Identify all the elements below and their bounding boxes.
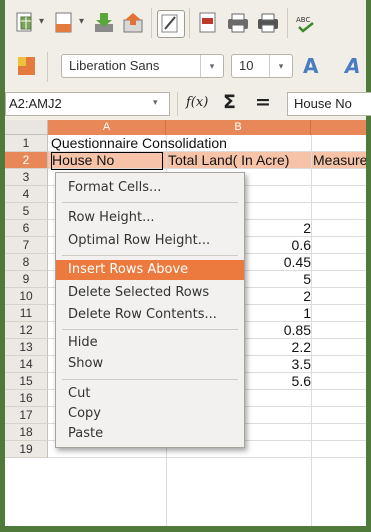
export-icon[interactable] (121, 10, 147, 36)
paragraph-styles-icon[interactable] (15, 54, 41, 80)
column-header-c[interactable] (311, 120, 366, 135)
window-frame-bottom (0, 526, 371, 532)
column-header-a[interactable]: A (48, 120, 166, 135)
window-frame-right (366, 0, 371, 532)
row-header[interactable]: 5 (5, 203, 48, 220)
chevron-down-icon[interactable]: ▾ (200, 55, 223, 77)
function-wizard-icon[interactable]: f(x) (186, 95, 208, 110)
row-header[interactable]: 10 (5, 288, 48, 305)
row-header[interactable]: 1 (5, 135, 48, 152)
toolbar-separator (287, 8, 288, 38)
formula-input[interactable]: House No (287, 92, 371, 116)
formula-icon[interactable]: = (255, 91, 271, 113)
row-header[interactable]: 17 (5, 407, 48, 424)
cell-b2[interactable]: Total Land( In Acre) (168, 152, 289, 169)
menu-item-format-cells[interactable]: Format Cells... (56, 178, 244, 198)
select-all-corner[interactable] (5, 120, 48, 135)
row-header[interactable]: 15 (5, 373, 48, 390)
italic-icon[interactable]: A (345, 54, 360, 78)
row-header[interactable]: 19 (5, 441, 48, 458)
menu-item-delete-selected-rows[interactable]: Delete Selected Rows (56, 283, 244, 303)
menu-item-hide[interactable]: Hide (56, 333, 244, 353)
font-size-value: 10 (239, 58, 254, 73)
name-box-value: A2:AMJ2 (9, 96, 62, 111)
menu-separator (62, 329, 238, 330)
formatting-toolbar: Liberation Sans ▾ 10 ▾ A A (5, 46, 366, 89)
menu-item-optimal-row-height[interactable]: Optimal Row Height... (56, 231, 244, 251)
menu-item-row-height[interactable]: Row Height... (56, 208, 244, 228)
menu-item-show[interactable]: Show (56, 354, 244, 374)
template-icon[interactable] (51, 10, 77, 36)
cell-c2[interactable]: Measure (313, 152, 366, 169)
toolbar-separator (189, 8, 190, 38)
row-header[interactable]: 13 (5, 339, 48, 356)
edit-mode-icon[interactable] (157, 10, 185, 38)
standard-toolbar: ▾ ▾ ABC (5, 0, 366, 47)
spellcheck-icon[interactable]: ABC (293, 10, 319, 36)
download-icon[interactable] (91, 10, 117, 36)
sum-icon[interactable]: Σ (223, 91, 236, 113)
menu-item-delete-row-contents[interactable]: Delete Row Contents... (56, 305, 244, 325)
row-header[interactable]: 6 (5, 220, 48, 237)
name-box[interactable]: A2:AMJ2 (5, 92, 170, 116)
menu-separator (62, 202, 238, 203)
row-header-selected[interactable]: 2 (5, 152, 48, 169)
menu-item-cut[interactable]: Cut (56, 384, 244, 404)
cell-a2[interactable]: House No (51, 152, 163, 170)
toolbar-separator (151, 8, 152, 38)
row-header[interactable]: 11 (5, 305, 48, 322)
row-context-menu: Format Cells... Row Height... Optimal Ro… (55, 172, 245, 448)
cell-a1[interactable]: Questionnaire Consolidation (51, 135, 227, 152)
row-header[interactable]: 16 (5, 390, 48, 407)
row-header[interactable]: 9 (5, 271, 48, 288)
menu-separator (62, 255, 238, 256)
menu-separator (62, 379, 238, 380)
new-document-icon[interactable] (12, 10, 38, 36)
font-name-combo[interactable]: Liberation Sans ▾ (61, 54, 224, 78)
new-dropdown-caret[interactable]: ▾ (39, 16, 44, 27)
toolbar-separator (47, 52, 48, 82)
print-icon[interactable] (225, 10, 251, 36)
chevron-down-icon[interactable]: ▾ (153, 98, 158, 108)
row-header[interactable]: 8 (5, 254, 48, 271)
menu-item-copy[interactable]: Copy (56, 404, 244, 424)
row-header[interactable]: 14 (5, 356, 48, 373)
column-header-b[interactable]: B (166, 120, 311, 135)
font-size-combo[interactable]: 10 ▾ (231, 54, 293, 78)
row-header[interactable]: 4 (5, 186, 48, 203)
row-header[interactable]: 3 (5, 169, 48, 186)
menu-item-insert-rows-above[interactable]: Insert Rows Above (56, 260, 244, 280)
formula-bar: A2:AMJ2 ▾ f(x) Σ = House No (5, 88, 371, 121)
row-header[interactable]: 18 (5, 424, 48, 441)
print-preview-icon[interactable] (255, 10, 281, 36)
row-header[interactable]: 12 (5, 322, 48, 339)
formula-input-value: House No (294, 96, 352, 111)
gridline (48, 457, 366, 458)
toolbar-separator (177, 92, 178, 116)
chevron-down-icon[interactable]: ▾ (269, 55, 292, 77)
menu-item-paste[interactable]: Paste (56, 424, 244, 444)
pdf-export-icon[interactable] (195, 10, 221, 36)
bold-icon[interactable]: A (303, 54, 318, 78)
template-dropdown-caret[interactable]: ▾ (79, 16, 84, 27)
svg-text:ABC: ABC (296, 16, 310, 24)
font-name-value: Liberation Sans (69, 58, 160, 73)
gridline (311, 135, 312, 526)
row-header[interactable]: 7 (5, 237, 48, 254)
